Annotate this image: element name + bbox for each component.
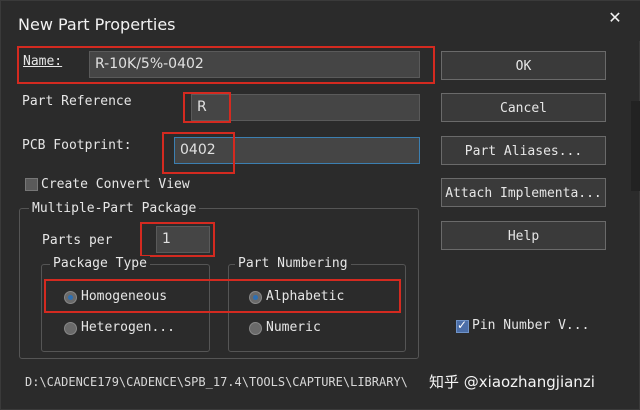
part-aliases-button[interactable]: Part Aliases... [441, 136, 606, 165]
part-reference-field[interactable]: R [191, 94, 420, 121]
pin-number-visible-label: Pin Number V... [472, 318, 590, 333]
attach-implementation-button[interactable]: Attach Implementa... [441, 178, 606, 207]
alphabetic-radio[interactable] [249, 291, 262, 304]
create-convert-view-checkbox[interactable] [25, 178, 38, 191]
part-reference-label: Part Reference [22, 94, 132, 109]
new-part-properties-dialog: New Part Properties ✕ Name: R-10K/5%-040… [0, 0, 640, 410]
numeric-label: Numeric [266, 320, 321, 335]
ok-button[interactable]: OK [441, 51, 606, 80]
heterogeneous-radio[interactable] [64, 322, 77, 335]
pin-number-visible-checkbox[interactable] [456, 318, 469, 333]
attach-implementation-button-label: Attach Implementa... [445, 186, 602, 201]
parts-per-value: 1 [162, 231, 171, 247]
close-icon[interactable]: ✕ [601, 7, 629, 29]
part-numbering-title: Part Numbering [235, 256, 351, 271]
part-numbering-group [228, 264, 406, 352]
side-edge [631, 101, 640, 191]
package-type-title: Package Type [50, 256, 150, 271]
title-bar[interactable]: New Part Properties ✕ [1, 1, 640, 41]
dialog-title: New Part Properties [18, 15, 176, 34]
parts-per-label: Parts per [42, 233, 113, 248]
watermark: 知乎 @xiaozhangjianzi [429, 373, 595, 391]
part-reference-value: R [197, 99, 207, 115]
parts-per-field[interactable]: 1 [156, 226, 210, 253]
homogeneous-label: Homogeneous [81, 289, 168, 304]
multiple-part-package-title: Multiple-Part Package [29, 201, 200, 216]
heterogeneous-label: Heterogen... [81, 320, 175, 335]
cancel-button[interactable]: Cancel [441, 93, 606, 122]
pcb-footprint-label: PCB Footprint: [22, 138, 132, 153]
package-type-group [41, 264, 210, 352]
cancel-button-label: Cancel [500, 101, 547, 116]
homogeneous-radio[interactable] [64, 291, 77, 304]
help-button-label: Help [507, 229, 540, 244]
name-label: Name: [23, 54, 63, 69]
name-field[interactable]: R-10K/5%-0402 [89, 51, 420, 78]
pcb-footprint-value: 0402 [180, 142, 216, 158]
part-aliases-button-label: Part Aliases... [464, 144, 583, 159]
ok-button-label: OK [515, 59, 532, 74]
alphabetic-label: Alphabetic [266, 289, 345, 304]
pcb-footprint-field[interactable]: 0402 [174, 137, 420, 164]
name-field-value: R-10K/5%-0402 [95, 56, 204, 72]
create-convert-view-label: Create Convert View [41, 177, 190, 192]
help-button[interactable]: Help [441, 221, 606, 250]
library-path-text: D:\CADENCE179\CADENCE\SPB_17.4\TOOLS\CAP… [25, 375, 408, 389]
numeric-radio[interactable] [249, 322, 262, 335]
